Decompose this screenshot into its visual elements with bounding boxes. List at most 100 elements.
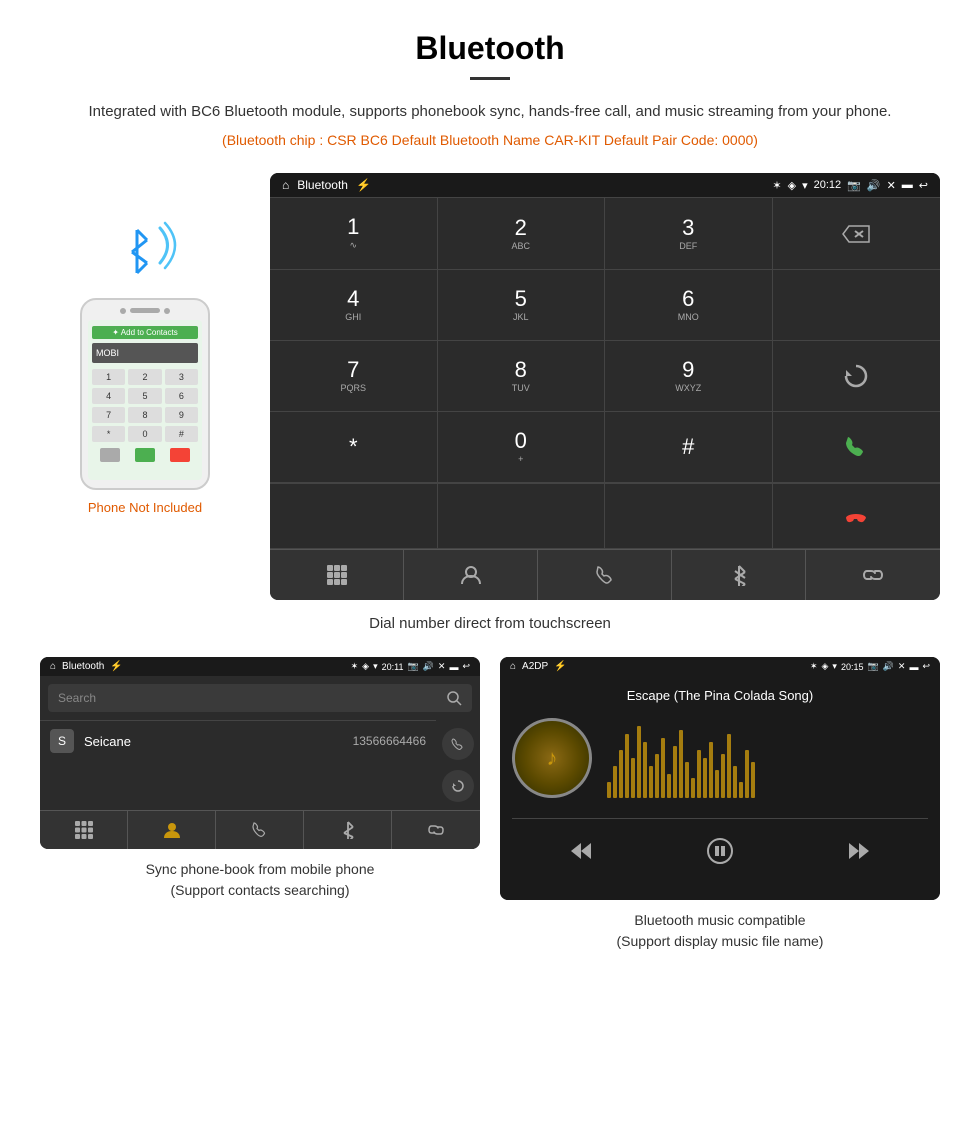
phone-top-bar xyxy=(88,308,202,314)
dialer-key-end[interactable] xyxy=(773,484,941,549)
pb-side-icons xyxy=(436,720,480,810)
music-usb-icon: ⚡ xyxy=(554,661,566,672)
phone-speaker xyxy=(130,308,160,313)
usb-icon: ⚡ xyxy=(356,178,371,192)
title-divider xyxy=(470,77,510,80)
music-home-icon[interactable]: ⌂ xyxy=(510,661,516,672)
pb-contact-name: Seicane xyxy=(84,734,353,749)
svg-text:♪: ♪ xyxy=(547,745,558,770)
pb-keypad-btn[interactable] xyxy=(40,811,128,849)
music-play-pause-btn[interactable] xyxy=(690,829,750,878)
music-controls xyxy=(512,818,928,888)
dialer-key-1[interactable]: 1∿ xyxy=(270,198,438,270)
gps-icon: ◈ xyxy=(788,179,796,192)
link-tab[interactable] xyxy=(806,550,940,600)
dialer-keypad: 1∿ 2ABC 3DEF 4GHI xyxy=(270,197,940,483)
dialer-key-0[interactable]: 0+ xyxy=(438,412,606,483)
music-equalizer xyxy=(607,718,928,798)
phone-not-included-label: Phone Not Included xyxy=(88,500,202,515)
music-vol-icon[interactable]: 🔊 xyxy=(883,661,894,672)
pb-call-icon[interactable] xyxy=(442,728,474,760)
pb-app-name: Bluetooth xyxy=(62,661,104,672)
pb-vol-icon[interactable]: 🔊 xyxy=(423,661,434,672)
phone-back-btn xyxy=(100,448,120,462)
statusbar-app-name: Bluetooth xyxy=(297,178,348,192)
pb-search-placeholder: Search xyxy=(58,691,96,705)
dialer-key-3[interactable]: 3DEF xyxy=(605,198,773,270)
pb-link-btn[interactable] xyxy=(392,811,480,849)
keypad-tab[interactable] xyxy=(270,550,404,600)
music-next-btn[interactable] xyxy=(831,831,887,876)
search-icon xyxy=(446,690,462,706)
back-icon[interactable]: ↩ xyxy=(919,179,928,192)
dialer-key-7[interactable]: 7PQRS xyxy=(270,341,438,412)
music-caption-line1: Bluetooth music compatible xyxy=(500,910,940,931)
pb-statusbar: ⌂ Bluetooth ⚡ ✶ ◈ ▾ 20:11 📷 🔊 ✕ ▬ ↩ xyxy=(40,657,480,676)
page-container: Bluetooth Integrated with BC6 Bluetooth … xyxy=(0,0,980,982)
vol-icon[interactable]: 🔊 xyxy=(867,179,881,192)
music-prev-btn[interactable] xyxy=(553,831,609,876)
pb-bt-btn[interactable] xyxy=(304,811,392,849)
pb-search-bar[interactable]: Search xyxy=(48,684,472,712)
pb-x-icon[interactable]: ✕ xyxy=(438,661,446,672)
dialer-key-empty1 xyxy=(773,270,941,341)
dialer-key-backspace[interactable] xyxy=(773,198,941,270)
music-cam-icon[interactable]: 📷 xyxy=(867,661,878,672)
bluetooth-tab[interactable] xyxy=(672,550,806,600)
pb-user-btn[interactable] xyxy=(128,811,216,849)
dialer-key-call[interactable] xyxy=(773,412,941,483)
music-signal-icon: ▾ xyxy=(832,661,837,672)
window-icon[interactable]: ▬ xyxy=(902,179,913,191)
music-win-icon[interactable]: ▬ xyxy=(909,662,918,672)
music-app-name: A2DP xyxy=(522,661,548,672)
dialer-key-4[interactable]: 4GHI xyxy=(270,270,438,341)
phonebook-item: ⌂ Bluetooth ⚡ ✶ ◈ ▾ 20:11 📷 🔊 ✕ ▬ ↩ xyxy=(40,657,480,952)
music-bt-icon: ✶ xyxy=(810,661,818,672)
pb-refresh-icon[interactable] xyxy=(442,770,474,802)
bt-icon: ✶ xyxy=(772,179,781,192)
pb-bt-icon: ✶ xyxy=(351,661,359,672)
phone-screen-header: ✦ Add to Contacts xyxy=(92,326,198,339)
pb-contact-list: S Seicane 13566664466 xyxy=(40,720,436,810)
phonebook-caption: Sync phone-book from mobile phone (Suppo… xyxy=(40,859,480,901)
dialer-empty3 xyxy=(438,484,606,549)
pb-signal-icon: ▾ xyxy=(373,661,378,672)
dialer-key-6[interactable]: 6MNO xyxy=(605,270,773,341)
main-section: ✦ Add to Contacts MOBI 1 2 3 4 5 6 7 8 9 xyxy=(40,173,940,600)
dialer-key-star[interactable]: * xyxy=(270,412,438,483)
phone-dot xyxy=(120,308,126,314)
home-icon[interactable]: ⌂ xyxy=(282,178,289,192)
camera-icon[interactable]: 📷 xyxy=(847,179,861,192)
pb-back-icon[interactable]: ↩ xyxy=(462,661,470,672)
pb-cam-icon[interactable]: 📷 xyxy=(407,661,418,672)
dialer-key-9[interactable]: 9WXYZ xyxy=(605,341,773,412)
page-specs: (Bluetooth chip : CSR BC6 Default Blueto… xyxy=(40,132,940,148)
music-x-icon[interactable]: ✕ xyxy=(898,661,906,672)
pb-home-icon[interactable]: ⌂ xyxy=(50,661,56,672)
dialer-empty2 xyxy=(270,484,438,549)
music-gps-icon: ◈ xyxy=(821,661,828,672)
music-caption-line2: (Support display music file name) xyxy=(500,931,940,952)
dialer-key-5[interactable]: 5JKL xyxy=(438,270,606,341)
dialer-key-refresh[interactable] xyxy=(773,341,941,412)
bottom-row: ⌂ Bluetooth ⚡ ✶ ◈ ▾ 20:11 📷 🔊 ✕ ▬ ↩ xyxy=(40,657,940,952)
music-back-icon[interactable]: ↩ xyxy=(922,661,930,672)
pb-contact-letter: S xyxy=(50,729,74,753)
dialer-key-8[interactable]: 8TUV xyxy=(438,341,606,412)
page-description: Integrated with BC6 Bluetooth module, su… xyxy=(40,100,940,124)
dialer-key-2[interactable]: 2ABC xyxy=(438,198,606,270)
music-main-area: ♪ xyxy=(512,718,928,798)
pb-win-icon[interactable]: ▬ xyxy=(449,662,458,672)
phone-keypad-grid: 1 2 3 4 5 6 7 8 9 * 0 # xyxy=(92,369,198,442)
dialer-statusbar: ⌂ Bluetooth ⚡ ✶ ◈ ▾ 20:12 📷 🔊 ✕ ▬ ↩ xyxy=(270,173,940,197)
dialer-key-hash[interactable]: # xyxy=(605,412,773,483)
contacts-tab[interactable] xyxy=(404,550,538,600)
phone-end-btn xyxy=(170,448,190,462)
call-tab[interactable] xyxy=(538,550,672,600)
pb-phone-btn[interactable] xyxy=(216,811,304,849)
phonebook-caption-line2: (Support contacts searching) xyxy=(40,880,480,901)
phone-screen: ✦ Add to Contacts MOBI 1 2 3 4 5 6 7 8 9 xyxy=(88,320,202,480)
signal-icon: ▾ xyxy=(802,179,808,192)
x-icon[interactable]: ✕ xyxy=(887,179,896,192)
pb-main-content: S Seicane 13566664466 xyxy=(40,720,480,810)
